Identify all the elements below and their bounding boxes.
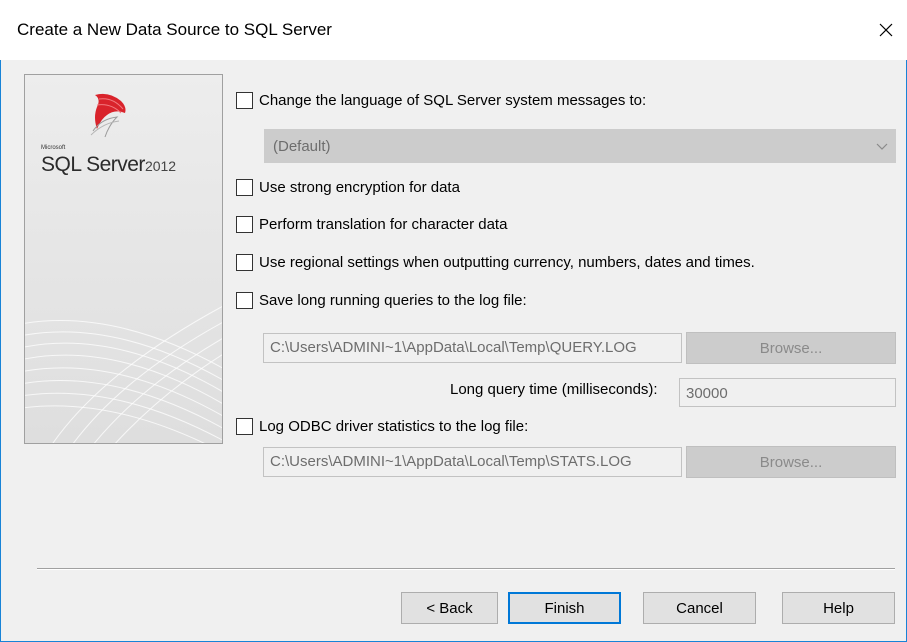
option-long-queries[interactable]: Save long running queries to the log fil… <box>236 292 527 309</box>
query-log-path-field[interactable]: C:\Users\ADMINI~1\AppData\Local\Temp\QUE… <box>263 333 682 363</box>
title-bar: Create a New Data Source to SQL Server <box>0 0 907 60</box>
language-select[interactable]: (Default) <box>264 129 896 163</box>
window-border-left <box>0 60 1 642</box>
microsoft-brand-text: Microsoft <box>41 145 66 151</box>
language-select-value: (Default) <box>273 138 331 155</box>
change-language-checkbox[interactable] <box>236 92 253 109</box>
separator <box>37 568 895 570</box>
product-version: 2012 <box>144 158 177 174</box>
driver-stats-checkbox[interactable] <box>236 418 253 435</box>
cancel-button[interactable]: Cancel <box>643 592 756 624</box>
regional-settings-checkbox[interactable] <box>236 254 253 271</box>
translation-checkbox[interactable] <box>236 216 253 233</box>
strong-encryption-checkbox[interactable] <box>236 179 253 196</box>
chevron-down-icon <box>876 143 888 150</box>
finish-button[interactable]: Finish <box>508 592 621 624</box>
window-title: Create a New Data Source to SQL Server <box>17 20 332 39</box>
regional-settings-label: Use regional settings when outputting cu… <box>259 254 755 271</box>
strong-encryption-label: Use strong encryption for data <box>259 179 460 196</box>
help-button[interactable]: Help <box>782 592 895 624</box>
browse-stats-log-button[interactable]: Browse... <box>686 446 896 478</box>
product-name: SQL Server2012 <box>41 153 176 177</box>
sql-server-logo-panel: Microsoft SQL Server2012 <box>24 74 223 444</box>
sql-server-icon <box>90 93 126 138</box>
change-language-label: Change the language of SQL Server system… <box>259 92 647 109</box>
long-query-time-label: Long query time (milliseconds): <box>450 381 658 398</box>
close-button[interactable] <box>871 10 901 50</box>
driver-stats-label: Log ODBC driver statistics to the log fi… <box>259 418 529 435</box>
long-queries-label: Save long running queries to the log fil… <box>259 292 527 309</box>
long-queries-checkbox[interactable] <box>236 292 253 309</box>
browse-query-log-button[interactable]: Browse... <box>686 332 896 364</box>
option-regional-settings[interactable]: Use regional settings when outputting cu… <box>236 254 755 271</box>
option-strong-encryption[interactable]: Use strong encryption for data <box>236 179 460 196</box>
back-button[interactable]: < Back <box>401 592 498 624</box>
long-query-time-field[interactable]: 30000 <box>679 378 896 407</box>
stats-log-path-field[interactable]: C:\Users\ADMINI~1\AppData\Local\Temp\STA… <box>263 447 682 477</box>
close-icon <box>879 23 893 37</box>
product-label: SQL Server <box>41 153 145 176</box>
translation-label: Perform translation for character data <box>259 216 508 233</box>
option-change-language[interactable]: Change the language of SQL Server system… <box>236 92 646 109</box>
option-driver-stats[interactable]: Log ODBC driver statistics to the log fi… <box>236 418 528 435</box>
option-translation[interactable]: Perform translation for character data <box>236 216 507 233</box>
